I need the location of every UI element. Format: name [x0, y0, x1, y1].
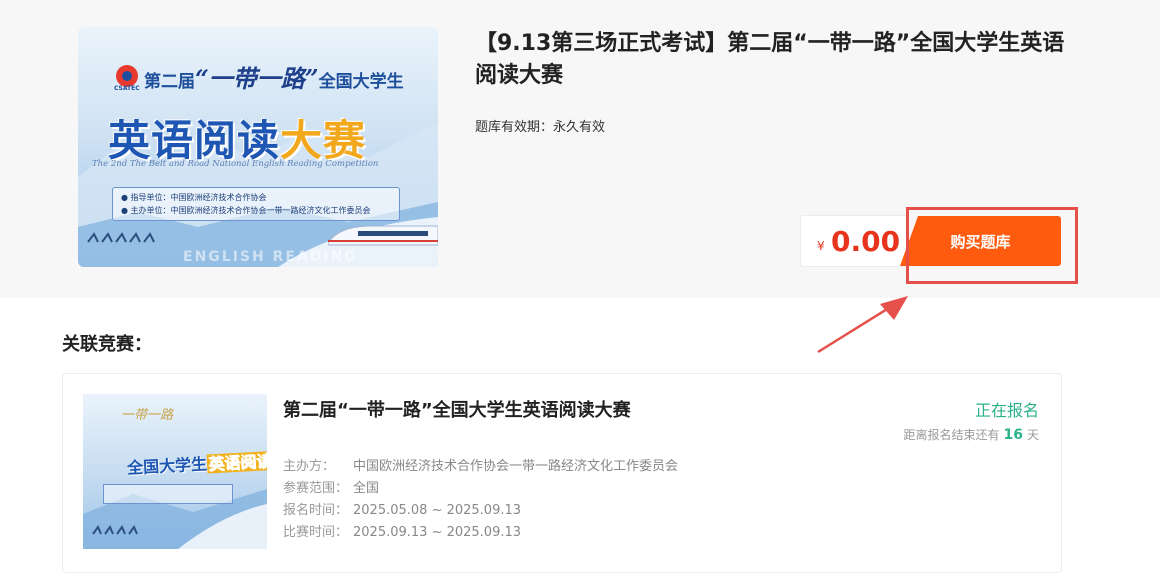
csatec-logo-text: CSATEC — [114, 85, 140, 92]
product-header-section: CSATEC 第二届“一带一路”全国大学生 英语阅读大赛 The 2nd The… — [0, 0, 1160, 298]
product-banner-image: CSATEC 第二届“一带一路”全国大学生 英语阅读大赛 The 2nd The… — [78, 27, 438, 267]
thumbnail-title-b: 英语阅读 — [206, 451, 267, 474]
detail-label: 报名时间： — [283, 503, 349, 518]
detail-value: 中国欧洲经济技术合作协会一带一路经济文化工作委员会 — [353, 459, 679, 474]
countdown-days: 16 — [1003, 427, 1023, 443]
detail-value: 全国 — [353, 481, 380, 496]
banner-line-2-accent: 大赛 — [280, 116, 367, 165]
product-title: 【9.13第三场正式考试】第二届“一带一路”全国大学生英语阅读大赛 — [475, 31, 1065, 88]
banner-line-1-prefix: 第二届 — [144, 72, 195, 92]
detail-value: 2025.05.08 ~ 2025.09.13 — [353, 503, 522, 518]
detail-row-competition-time: 比赛时间： 2025.09.13 ~ 2025.09.13 — [283, 522, 678, 544]
price-amount: 0.00 — [831, 225, 901, 258]
thumbnail-script-text: 一带一路 — [121, 408, 174, 423]
highlight-annotation-box — [906, 207, 1078, 284]
countdown-suffix: 天 — [1026, 428, 1039, 442]
detail-label: 主办方： — [283, 459, 336, 474]
validity-info: 题库有效期：永久有效 — [475, 116, 605, 135]
train-icon — [328, 225, 438, 246]
thumbnail-title-a: 全国大学生 — [126, 454, 208, 478]
detail-value: 2025.09.13 ~ 2025.09.13 — [353, 525, 522, 540]
price-currency: ¥ — [817, 239, 825, 253]
competition-title[interactable]: 第二届“一带一路”全国大学生英语阅读大赛 — [283, 396, 631, 422]
thumbnail-info-box — [103, 484, 233, 504]
detail-label: 参赛范围： — [283, 481, 349, 496]
banner-guide-unit: ● 指导单位：中国欧洲经济技术合作协会 — [121, 193, 267, 202]
countdown-prefix: 距离报名结束还有 — [903, 428, 1000, 442]
banner-line-1-suffix: 全国大学生 — [318, 72, 404, 92]
banner-info-box: ● 指导单位：中国欧洲经济技术合作协会 ● 主办单位：中国欧洲经济技术合作协会一… — [112, 187, 400, 221]
banner-line-2-main: 英语阅读 — [108, 116, 281, 165]
detail-label: 比赛时间： — [283, 525, 349, 540]
registration-countdown: 距离报名结束还有 16 天 — [903, 426, 1039, 443]
banner-line-1-script: “一带一路” — [195, 64, 319, 93]
banner-line-1: 第二届“一带一路”全国大学生 — [144, 59, 404, 94]
csatec-logo-icon — [116, 65, 138, 87]
banner-host-unit: ● 主办单位：中国欧洲经济技术合作协会一带一路经济文化工作委员会 — [121, 206, 371, 215]
annotation-arrow-icon — [817, 296, 908, 354]
detail-row-scope: 参赛范围： 全国 — [283, 478, 678, 500]
related-competition-heading: 关联竞赛： — [62, 334, 152, 355]
detail-row-organizer: 主办方： 中国欧洲经济技术合作协会一带一路经济文化工作委员会 — [283, 456, 678, 478]
validity-value: 永久有效 — [553, 120, 606, 135]
validity-label: 题库有效期： — [475, 120, 554, 135]
competition-thumbnail: 一带一路 全国大学生英语阅读大赛 — [83, 394, 267, 549]
price-box: ¥ 0.00 — [800, 215, 908, 267]
detail-row-registration: 报名时间： 2025.05.08 ~ 2025.09.13 — [283, 500, 678, 522]
competition-details: 主办方： 中国欧洲经济技术合作协会一带一路经济文化工作委员会 参赛范围： 全国 报名… — [283, 456, 678, 544]
registration-status-badge: 正在报名 — [974, 401, 1039, 420]
banner-watermark: ENGLISH READING — [183, 249, 358, 265]
competition-card[interactable]: 一带一路 全国大学生英语阅读大赛 第二届“一带一路”全国大学生英语阅读大赛 主办… — [62, 373, 1062, 573]
banner-english-subtitle: The 2nd The Belt and Road National Engli… — [92, 159, 379, 169]
